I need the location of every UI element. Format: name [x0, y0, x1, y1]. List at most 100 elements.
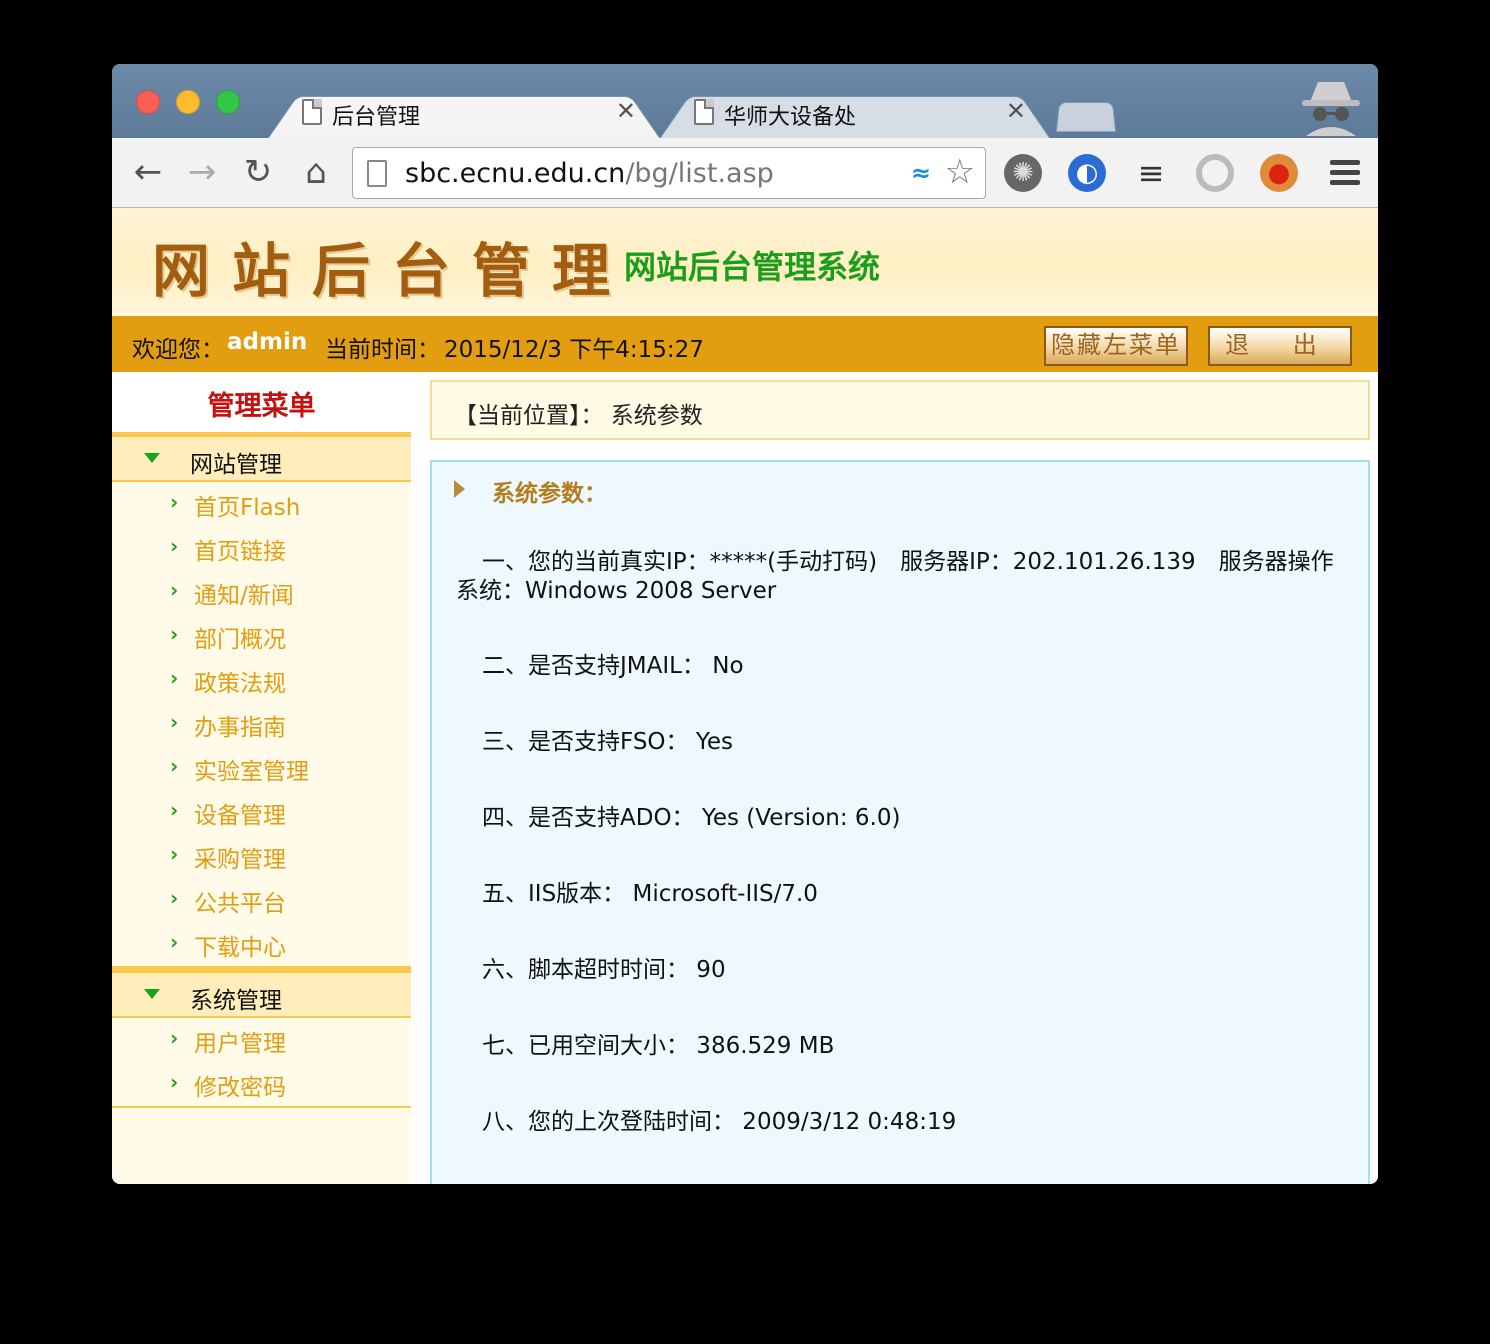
minimize-window-button[interactable] — [176, 90, 200, 114]
tab-strip: 后台管理 ✕ 华师大设备处 ✕ — [112, 64, 1378, 138]
chevron-right-icon: › — [170, 1026, 179, 1050]
chevron-right-icon: › — [170, 930, 179, 954]
menu-item-label: 政策法规 — [194, 671, 286, 697]
menu-item-news[interactable]: › 通知/新闻 — [112, 570, 411, 614]
extension-cookie-icon[interactable]: ● — [1260, 154, 1298, 192]
menu-item-label: 首页Flash — [194, 495, 301, 521]
url-text[interactable]: sbc.ecnu.edu.cn/bg/list.asp — [405, 158, 774, 189]
chevron-right-icon: › — [170, 842, 179, 866]
system-title: 网站后台管理系统 — [624, 248, 881, 286]
chevron-right-icon: › — [170, 534, 179, 558]
back-icon[interactable]: ← — [128, 152, 168, 192]
location-bar: 【当前位置】： 系统参数 — [430, 380, 1370, 440]
menu-item-users[interactable]: › 用户管理 — [112, 1018, 411, 1062]
info-line-iis: 五、IIS版本： Microsoft-IIS/7.0 — [482, 881, 818, 907]
menu-item-label: 下载中心 — [194, 935, 286, 961]
menu-item-links[interactable]: › 首页链接 — [112, 526, 411, 570]
arrow-right-icon — [454, 480, 465, 498]
group-label: 网站管理 — [190, 452, 282, 478]
page-icon — [302, 99, 322, 125]
hide-menu-button[interactable]: 隐藏左菜单 — [1044, 326, 1188, 366]
chevron-right-icon: › — [170, 666, 179, 690]
info-line-ip: 一、您的当前真实IP：*****(手动打码) 服务器IP：202.101.26.… — [456, 549, 1334, 604]
welcome-label: 欢迎您： — [132, 337, 224, 363]
group-website-management[interactable]: 网站管理 — [112, 432, 411, 482]
extension-n-icon[interactable]: ≈ — [911, 159, 931, 187]
close-tab-icon[interactable]: ✕ — [616, 97, 636, 125]
system-params-panel: 系统参数： 一、您的当前真实IP：*****(手动打码) 服务器IP：202.1… — [430, 460, 1370, 1184]
tab-title: 后台管理 — [332, 105, 421, 130]
extension-circle-icon[interactable] — [1196, 154, 1234, 192]
info-line-timeout: 六、脚本超时时间： 90 — [482, 957, 726, 983]
site-logo: 网站后台管理 — [152, 237, 633, 305]
tab-equipment[interactable]: 华师大设备处 ✕ — [660, 88, 1050, 138]
chevron-right-icon: › — [170, 490, 179, 514]
group-items: › 首页Flash › 首页链接 › 通知/新闻 › 部门概况 › 政策法规 › 办事指南 … — [112, 482, 411, 968]
menu-icon[interactable] — [1330, 160, 1360, 186]
group-label: 系统管理 — [190, 988, 282, 1014]
menu-title: 管理菜单 — [112, 372, 411, 432]
info-line-jmail: 二、是否支持JMAIL： No — [482, 653, 744, 679]
close-tab-icon[interactable]: ✕ — [1006, 97, 1026, 125]
page-icon — [694, 99, 714, 125]
tab-admin[interactable]: 后台管理 ✕ — [268, 88, 660, 138]
address-bar[interactable]: sbc.ecnu.edu.cn/bg/list.asp ≈ ☆ — [352, 147, 986, 199]
close-window-button[interactable] — [136, 90, 160, 114]
menu-item-guide[interactable]: › 办事指南 — [112, 702, 411, 746]
location-text: 【当前位置】： 系统参数 — [454, 403, 703, 429]
menu-item-label: 首页链接 — [194, 539, 286, 565]
menu-item-download[interactable]: › 下载中心 — [112, 922, 411, 966]
time-label: 当前时间： — [325, 337, 440, 363]
menu-item-flash[interactable]: › 首页Flash — [112, 482, 411, 526]
username: admin — [227, 329, 308, 355]
menu-item-purchase[interactable]: › 采购管理 — [112, 834, 411, 878]
web-page: 网站后台管理 网站后台管理系统 欢迎您： admin 当前时间： 2015/12… — [112, 208, 1378, 1184]
zoom-window-button[interactable] — [216, 90, 240, 114]
chevron-right-icon: › — [170, 578, 179, 602]
info-line-ado: 四、是否支持ADO： Yes (Version: 6.0) — [482, 805, 901, 831]
new-tab-button[interactable] — [1056, 98, 1116, 132]
menu-item-label: 实验室管理 — [194, 759, 309, 785]
chevron-right-icon: › — [170, 622, 179, 646]
menu-item-platform[interactable]: › 公共平台 — [112, 878, 411, 922]
menu-item-password[interactable]: › 修改密码 — [112, 1062, 411, 1106]
info-line-space: 七、已用空间大小： 386.529 MB — [482, 1033, 835, 1059]
site-header: 网站后台管理 网站后台管理系统 — [112, 208, 1378, 316]
menu-item-lab[interactable]: › 实验室管理 — [112, 746, 411, 790]
menu-item-label: 修改密码 — [194, 1075, 286, 1101]
menu-item-label: 用户管理 — [194, 1031, 286, 1057]
forward-icon[interactable]: → — [182, 152, 222, 192]
top-bar: 欢迎您： admin 当前时间： 2015/12/3 下午4:15:27 隐藏左… — [112, 316, 1378, 372]
menu-item-label: 通知/新闻 — [194, 583, 294, 609]
extension-gear-icon[interactable]: ✺ — [1004, 154, 1042, 192]
expand-triangle-icon — [144, 989, 160, 999]
menu-item-department[interactable]: › 部门概况 — [112, 614, 411, 658]
home-icon[interactable]: ⌂ — [296, 152, 336, 192]
menu-item-label: 办事指南 — [194, 715, 286, 741]
menu-item-label: 设备管理 — [194, 803, 286, 829]
menu-item-policy[interactable]: › 政策法规 — [112, 658, 411, 702]
chevron-right-icon: › — [170, 754, 179, 778]
group-system-management[interactable]: 系统管理 — [112, 968, 411, 1018]
page-icon — [367, 160, 387, 187]
info-line-fso: 三、是否支持FSO： Yes — [482, 729, 733, 755]
chevron-right-icon: › — [170, 1070, 179, 1094]
bookmark-star-icon[interactable]: ☆ — [945, 152, 975, 192]
exit-button[interactable]: 退 出 — [1208, 326, 1352, 366]
sidebar: 管理菜单 网站管理 › 首页Flash › 首页链接 › 通知/新闻 › 部门概况 › 政… — [112, 372, 412, 1184]
panel-heading: 系统参数： — [492, 481, 607, 507]
menu-item-label: 采购管理 — [194, 847, 286, 873]
menu-item-label: 部门概况 — [194, 627, 286, 653]
menu-item-label: 公共平台 — [194, 891, 286, 917]
chevron-right-icon: › — [170, 886, 179, 910]
reload-icon[interactable]: ↻ — [238, 152, 278, 192]
chevron-right-icon: › — [170, 798, 179, 822]
menu-item-equipment[interactable]: › 设备管理 — [112, 790, 411, 834]
chevron-right-icon: › — [170, 710, 179, 734]
browser-toolbar: ← → ↻ ⌂ sbc.ecnu.edu.cn/bg/list.asp ≈ ☆ … — [112, 138, 1378, 208]
incognito-icon — [1302, 82, 1360, 136]
extension-traffic-icon[interactable]: ≡ — [1132, 154, 1170, 192]
expand-triangle-icon — [144, 453, 160, 463]
group-items: › 用户管理 › 修改密码 — [112, 1018, 411, 1108]
extension-globe-icon[interactable]: ◐ — [1068, 154, 1106, 192]
